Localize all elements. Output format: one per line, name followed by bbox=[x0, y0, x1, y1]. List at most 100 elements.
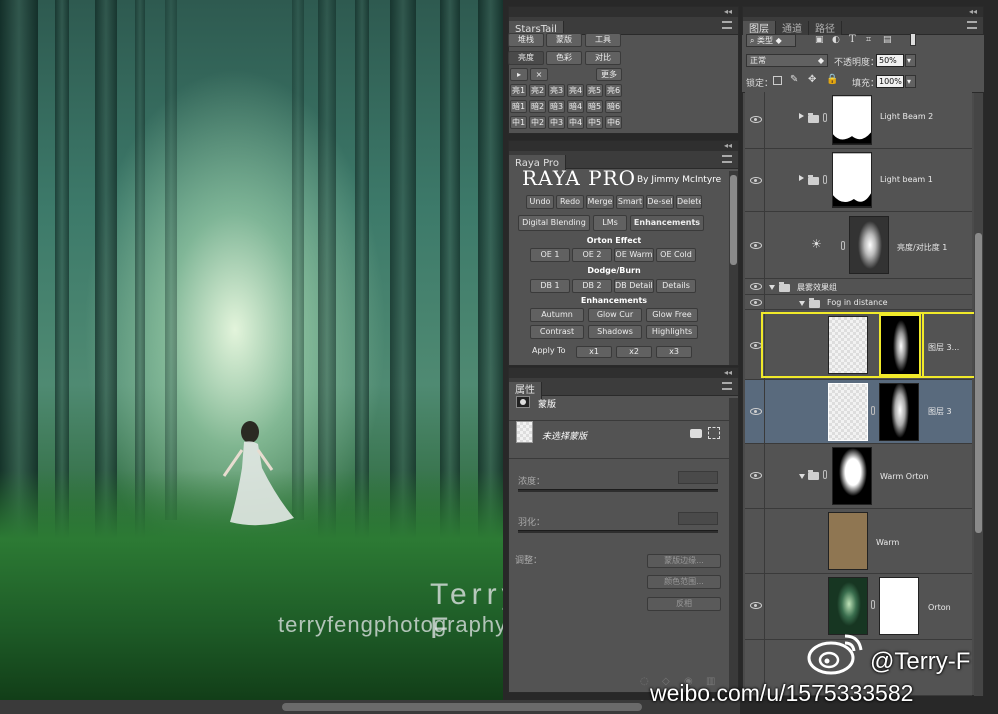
layer-row-warm[interactable]: Warm bbox=[745, 509, 972, 574]
eye-icon[interactable] bbox=[750, 602, 762, 609]
scroll-thumb[interactable] bbox=[730, 175, 737, 265]
starstail-btn-tools[interactable]: 工具 bbox=[585, 33, 621, 47]
raya-btn-db-details[interactable]: DB Details bbox=[614, 279, 654, 293]
density-slider[interactable] bbox=[518, 489, 718, 492]
raya-btn-redo[interactable]: Redo bbox=[556, 195, 584, 209]
layer-thumbnail[interactable] bbox=[828, 577, 868, 635]
eye-icon[interactable] bbox=[750, 408, 762, 415]
layer-group-fog-in-distance[interactable]: Fog in distance bbox=[745, 295, 972, 310]
raya-btn-apply-x2[interactable]: x2 bbox=[616, 346, 652, 358]
starstail-btn-more[interactable]: 更多 bbox=[596, 68, 622, 81]
link-icon[interactable] bbox=[841, 241, 845, 250]
select-pixel-mask-icon[interactable] bbox=[690, 429, 702, 438]
raya-btn-deselect[interactable]: De-sel bbox=[646, 195, 674, 209]
load-selection-icon[interactable]: ◌ bbox=[640, 676, 649, 687]
raya-btn-apply-x3[interactable]: x3 bbox=[656, 346, 692, 358]
starstail-grid-btn[interactable]: 中6 bbox=[605, 116, 622, 129]
layer-row-light-beam-2[interactable]: Light Beam 2 bbox=[745, 92, 972, 149]
raya-btn-undo[interactable]: Undo bbox=[526, 195, 554, 209]
filter-pixel-icon[interactable]: ▣ bbox=[815, 35, 824, 45]
raya-btn-oe2[interactable]: OE 2 bbox=[572, 248, 612, 262]
starstail-grid-btn[interactable]: 亮5 bbox=[586, 84, 603, 97]
expand-arrow-icon[interactable] bbox=[799, 175, 804, 181]
fill-slider-toggle[interactable]: ▾ bbox=[905, 75, 916, 88]
collapse-icon[interactable]: ◂◂ bbox=[969, 7, 977, 17]
scroll-thumb[interactable] bbox=[975, 233, 982, 533]
collapse-arrow-icon[interactable] bbox=[799, 301, 805, 306]
link-icon[interactable] bbox=[823, 470, 827, 479]
starstail-grid-btn[interactable]: 亮6 bbox=[605, 84, 622, 97]
collapse-icon[interactable]: ◂◂ bbox=[724, 368, 732, 378]
invert-button[interactable]: 反相 bbox=[647, 597, 721, 611]
color-range-button[interactable]: 颜色范围... bbox=[647, 575, 721, 589]
filter-kind-dropdown[interactable]: ⌕ 类型 ◆ bbox=[746, 34, 796, 47]
raya-btn-shadows[interactable]: Shadows bbox=[588, 325, 642, 339]
starstail-btn-color[interactable]: 色彩 bbox=[546, 51, 582, 65]
lock-transparent-icon[interactable] bbox=[773, 76, 782, 85]
layer-mask-thumbnail[interactable] bbox=[879, 383, 919, 441]
eye-icon[interactable] bbox=[750, 299, 762, 306]
select-vector-mask-icon[interactable] bbox=[708, 427, 720, 439]
panel-menu-icon[interactable] bbox=[722, 155, 732, 163]
filter-toggle-switch[interactable] bbox=[910, 33, 916, 46]
starstail-btn-stack[interactable]: 堆栈 bbox=[508, 33, 544, 47]
link-icon[interactable] bbox=[823, 175, 827, 184]
starstail-grid-btn[interactable]: 亮2 bbox=[529, 84, 546, 97]
mask-edge-button[interactable]: 蒙版边缘... bbox=[647, 554, 721, 568]
eye-icon[interactable] bbox=[750, 242, 762, 249]
scroll-thumb[interactable] bbox=[282, 703, 642, 711]
raya-btn-details[interactable]: Details bbox=[656, 279, 696, 293]
starstail-grid-btn[interactable]: 暗6 bbox=[605, 100, 622, 113]
eye-icon[interactable] bbox=[750, 177, 762, 184]
canvas-horizontal-scrollbar[interactable] bbox=[0, 700, 740, 714]
opacity-slider-toggle[interactable]: ▾ bbox=[905, 54, 916, 67]
starstail-grid-btn[interactable]: 亮4 bbox=[567, 84, 584, 97]
link-icon[interactable] bbox=[823, 113, 827, 122]
starstail-btn-contrast[interactable]: 对比 bbox=[585, 51, 621, 65]
starstail-grid-btn[interactable]: 中4 bbox=[567, 116, 584, 129]
layer-mask-thumbnail[interactable] bbox=[832, 447, 872, 505]
raya-btn-oe1[interactable]: OE 1 bbox=[530, 248, 570, 262]
blend-mode-dropdown[interactable]: 正常 ◆ bbox=[746, 54, 828, 67]
feather-field[interactable] bbox=[678, 512, 718, 525]
raya-btn-merge[interactable]: Merge bbox=[586, 195, 614, 209]
feather-slider[interactable] bbox=[518, 530, 718, 533]
panel-menu-icon[interactable] bbox=[722, 382, 732, 390]
layer-group-morning-fog[interactable]: 晨雾效果组 bbox=[745, 279, 972, 295]
raya-btn-db1[interactable]: DB 1 bbox=[530, 279, 570, 293]
layer-thumbnail[interactable] bbox=[828, 512, 868, 570]
document-canvas[interactable]: Terry F terryfengphotography.lofter.com bbox=[0, 0, 503, 700]
layer-row-light-beam-1[interactable]: Light beam 1 bbox=[745, 149, 972, 212]
raya-tab-enhancements[interactable]: Enhancements bbox=[630, 215, 704, 231]
raya-btn-oe-warm[interactable]: OE Warm bbox=[614, 248, 654, 262]
lock-all-icon[interactable]: 🔒 bbox=[826, 74, 838, 85]
raya-btn-autumn[interactable]: Autumn bbox=[530, 308, 584, 322]
raya-scrollbar[interactable] bbox=[729, 171, 738, 365]
raya-btn-glow-free[interactable]: Glow Free bbox=[646, 308, 698, 322]
starstail-grid-btn[interactable]: 暗3 bbox=[548, 100, 565, 113]
collapse-icon[interactable]: ◂◂ bbox=[724, 141, 732, 151]
properties-scrollbar[interactable] bbox=[729, 398, 738, 692]
starstail-grid-btn[interactable]: 中1 bbox=[510, 116, 527, 129]
starstail-btn-mask[interactable]: 蒙版 bbox=[546, 33, 582, 47]
starstail-btn-luminosity[interactable]: 亮度 bbox=[508, 51, 544, 65]
raya-btn-apply-x1[interactable]: x1 bbox=[576, 346, 612, 358]
layer-thumbnail[interactable] bbox=[828, 316, 868, 374]
fill-input[interactable]: 100% bbox=[876, 75, 904, 88]
layer-row-layer-3-copy[interactable]: 图层 3... bbox=[745, 310, 976, 380]
layer-thumbnail[interactable] bbox=[828, 383, 868, 441]
layer-mask-thumbnail[interactable] bbox=[879, 314, 921, 376]
starstail-grid-btn[interactable]: 中3 bbox=[548, 116, 565, 129]
starstail-grid-btn[interactable]: 亮1 bbox=[510, 84, 527, 97]
eye-icon[interactable] bbox=[750, 116, 762, 123]
raya-btn-delete[interactable]: Delete bbox=[676, 195, 702, 209]
filter-type-icon[interactable]: T bbox=[849, 34, 856, 45]
lock-position-move-icon[interactable]: ✥ bbox=[808, 74, 816, 85]
starstail-grid-btn[interactable]: 暗2 bbox=[529, 100, 546, 113]
starstail-grid-btn[interactable]: 暗4 bbox=[567, 100, 584, 113]
raya-btn-oe-cold[interactable]: OE Cold bbox=[656, 248, 696, 262]
collapse-icon[interactable]: ◂◂ bbox=[724, 7, 732, 17]
raya-tab-lms[interactable]: LMs bbox=[593, 215, 627, 231]
raya-btn-contrast[interactable]: Contrast bbox=[530, 325, 584, 339]
raya-btn-glow-cur[interactable]: Glow Cur bbox=[588, 308, 642, 322]
